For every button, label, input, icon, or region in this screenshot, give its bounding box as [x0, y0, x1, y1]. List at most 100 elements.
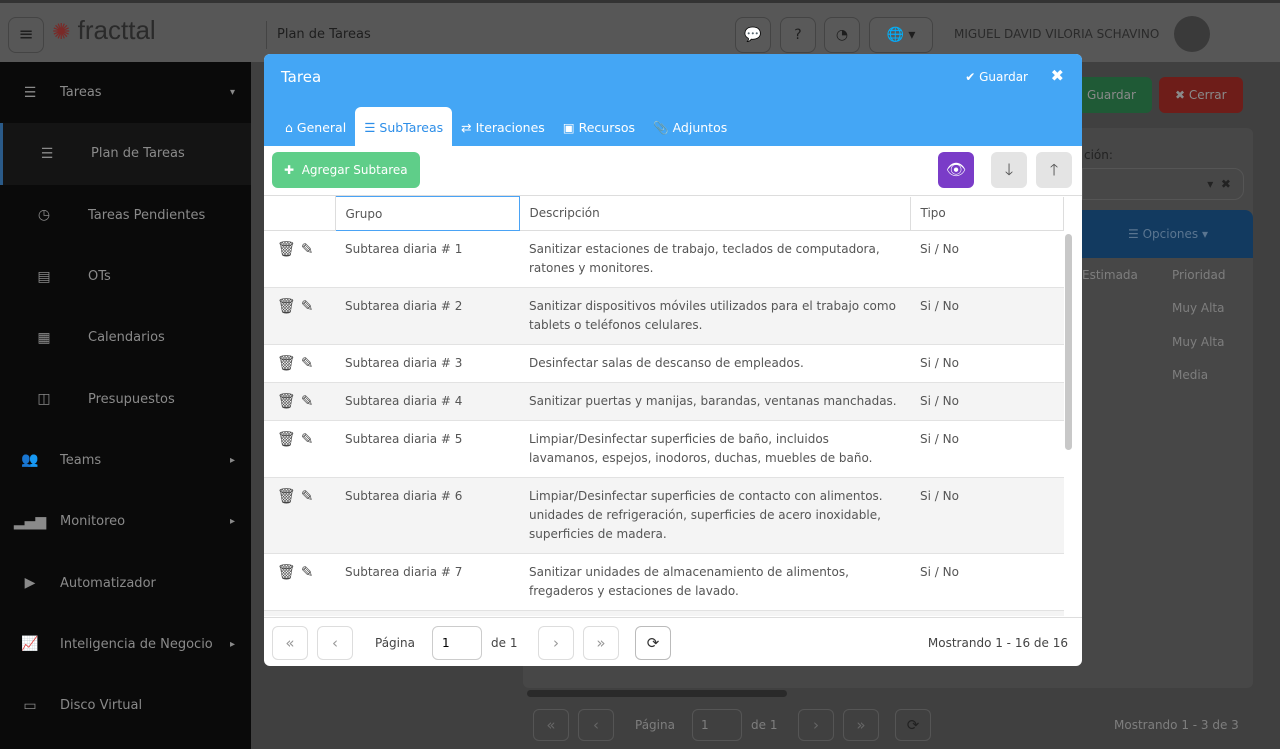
- save-button[interactable]: ✔ Guardar: [965, 70, 1028, 84]
- opciones-button[interactable]: ☰ Opciones ▾: [1128, 227, 1208, 241]
- sidebar-item-label: Disco Virtual: [60, 698, 143, 714]
- trash-icon[interactable]: 🗑: [277, 392, 296, 410]
- columns-icon: ◫: [37, 391, 51, 408]
- help-icon[interactable]: ?: [780, 17, 816, 53]
- background-last-page-button[interactable]: »: [843, 709, 879, 741]
- grupo-cell: Subtarea diaria # 1: [345, 242, 463, 256]
- trash-icon[interactable]: 🗑: [277, 487, 296, 505]
- trash-icon[interactable]: 🗑: [277, 430, 296, 448]
- background-hscrollbar[interactable]: [527, 690, 787, 697]
- tab-general[interactable]: ⌂ General: [276, 107, 355, 146]
- chevron-icon: ▸: [229, 516, 235, 528]
- avatar[interactable]: [1174, 16, 1210, 52]
- scrollbar[interactable]: [1065, 234, 1072, 450]
- pencil-icon[interactable]: ✎: [301, 487, 314, 505]
- chevron-icon: ▸: [229, 454, 235, 466]
- sidebar-item-label: Automatizador: [60, 575, 156, 591]
- background-refresh-icon[interactable]: ⟳: [895, 709, 931, 741]
- guardar-button[interactable]: Guardar: [1071, 77, 1152, 113]
- calendar-icon: ▦: [37, 329, 51, 346]
- trash-icon[interactable]: 🗑: [277, 297, 296, 315]
- pencil-icon[interactable]: ✎: [301, 354, 314, 372]
- sidebar-item[interactable]: ▶ Automatizador: [0, 552, 251, 613]
- trash-icon[interactable]: 🗑: [277, 563, 296, 581]
- pencil-icon[interactable]: ✎: [301, 297, 314, 315]
- pencil-icon[interactable]: ✎: [301, 392, 314, 410]
- arrow-up-icon[interactable]: 🡑: [1036, 152, 1072, 188]
- page-total: de 1: [491, 636, 518, 650]
- prev-page-button[interactable]: ‹: [317, 626, 353, 660]
- background-page-total: de 1: [751, 718, 778, 732]
- sidebar-item-label: Presupuestos: [88, 391, 175, 407]
- grupo-cell: Subtarea diaria # 4: [335, 382, 519, 421]
- sidebar-item[interactable]: ▭ Disco Virtual: [0, 675, 251, 736]
- tipo-cell: Si / No: [910, 610, 1064, 616]
- sidebar-item[interactable]: ▤ OTs: [0, 246, 251, 307]
- table-row[interactable]: 🗑 ✎ Subtarea diaria # 6 Limpiar/Desinfecta…: [264, 477, 1064, 554]
- language-dropdown[interactable]: 🌐 ▾: [869, 17, 933, 53]
- server-icon: ☰: [40, 145, 54, 162]
- last-page-button[interactable]: »: [583, 626, 619, 660]
- descripcion-cell: Desinfectar salas de descanso de emplead…: [529, 356, 804, 370]
- background-select[interactable]: ▾ ✖: [1082, 168, 1244, 200]
- column-header-descripcion[interactable]: Descripción: [519, 196, 911, 231]
- priority-cell: Muy Alta: [1172, 301, 1225, 315]
- next-page-button[interactable]: ›: [538, 626, 574, 660]
- priority-list: Muy Alta Muy Alta Media: [1172, 292, 1224, 393]
- subtasks-grid: Grupo Descripción Tipo 🗑 ✎ Subtarea diari…: [264, 196, 1082, 616]
- sidebar-item[interactable]: 👥 Teams ▸: [0, 430, 251, 491]
- add-subtask-button[interactable]: ✚ Agregar Subtarea: [272, 152, 420, 188]
- sidebar-item[interactable]: ☰ Plan de Tareas: [0, 123, 251, 185]
- column-header-grupo[interactable]: Grupo: [334, 196, 520, 231]
- sidebar-item[interactable]: 📈 Inteligencia de Negocio ▸: [0, 614, 251, 675]
- trash-icon[interactable]: 🗑: [277, 240, 296, 258]
- table-row[interactable]: 🗑 ✎ Subtarea diaria # 1 Sanitizar estacion…: [264, 231, 1064, 288]
- sidebar-item-label: OTs: [88, 269, 111, 285]
- page-title: Plan de Tareas: [266, 21, 371, 49]
- background-next-page-button[interactable]: ›: [798, 709, 834, 741]
- hamburger-menu-button[interactable]: ≡: [8, 17, 44, 53]
- tab-adjuntos[interactable]: 📎 Adjuntos: [644, 107, 736, 146]
- money-icon: ▣: [562, 120, 575, 135]
- pagination: « ‹ Página 1 de 1 › » ⟳ Mostrando 1 - 16…: [264, 617, 1082, 666]
- sidebar-item[interactable]: ◫ Presupuestos: [0, 368, 251, 429]
- column-header: Prioridad: [1172, 268, 1226, 282]
- plus-icon: ✚: [284, 163, 295, 177]
- pencil-icon[interactable]: ✎: [301, 430, 314, 448]
- sidebar-item[interactable]: ▦ Calendarios: [0, 307, 251, 368]
- table-row[interactable]: 🗑 ✎Subtarea diaria # 8Limpiar/Desinfecta…: [264, 610, 1064, 616]
- tab-recursos[interactable]: ▣ Recursos: [554, 107, 644, 146]
- sidebar-item[interactable]: ◷ Tareas Pendientes: [0, 185, 251, 246]
- sidebar-item[interactable]: ☰ Tareas ▾: [0, 62, 251, 123]
- table-row[interactable]: 🗑 ✎ Subtarea diaria # 2 Sanitizar disposit…: [264, 287, 1064, 345]
- tab-iteraciones[interactable]: ⇄ Iteraciones: [452, 107, 554, 146]
- table-row[interactable]: 🗑 ✎ Subtarea diaria # 4 Sanitizar puertas …: [264, 382, 1064, 421]
- dashboard-icon[interactable]: ◔: [824, 17, 860, 53]
- descripcion-cell: Sanitizar dispositivos móviles utilizado…: [519, 287, 910, 345]
- home-icon: ⌂: [285, 120, 293, 135]
- column-header-tipo[interactable]: Tipo: [910, 196, 1064, 231]
- chat-icon[interactable]: 💬: [735, 17, 771, 53]
- sidebar-item-label: Teams: [60, 452, 102, 468]
- first-page-button[interactable]: «: [272, 626, 308, 660]
- table-row[interactable]: 🗑 ✎ Subtarea diaria # 7 Sanitizar unidades…: [264, 554, 1064, 611]
- background-page-input[interactable]: 1: [692, 709, 742, 741]
- pencil-icon[interactable]: ✎: [301, 563, 314, 581]
- eye-icon[interactable]: 👁: [938, 152, 974, 188]
- refresh-icon[interactable]: ⟳: [635, 626, 671, 660]
- background-prev-page-button[interactable]: ‹: [578, 709, 614, 741]
- grupo-cell: Subtarea diaria # 7: [345, 565, 463, 579]
- pencil-icon[interactable]: ✎: [301, 240, 314, 258]
- tab-subtareas[interactable]: ☰ SubTareas: [355, 107, 453, 146]
- grupo-cell: Subtarea diaria # 3: [345, 356, 463, 370]
- table-row[interactable]: 🗑 ✎ Subtarea diaria # 3 Desinfectar salas …: [264, 345, 1064, 383]
- cerrar-button[interactable]: ✖ Cerrar: [1159, 77, 1243, 113]
- background-first-page-button[interactable]: «: [533, 709, 569, 741]
- close-icon[interactable]: ✖: [1051, 66, 1064, 85]
- page-input[interactable]: 1: [432, 626, 482, 660]
- trash-icon[interactable]: 🗑: [277, 354, 296, 372]
- sidebar-item[interactable]: ▂▄▆ Monitoreo ▸: [0, 491, 251, 552]
- arrow-down-icon[interactable]: 🡓: [991, 152, 1027, 188]
- drive-icon: ▭: [23, 697, 37, 714]
- table-row[interactable]: 🗑 ✎ Subtarea diaria # 5 Limpiar/Desinfecta…: [264, 421, 1064, 478]
